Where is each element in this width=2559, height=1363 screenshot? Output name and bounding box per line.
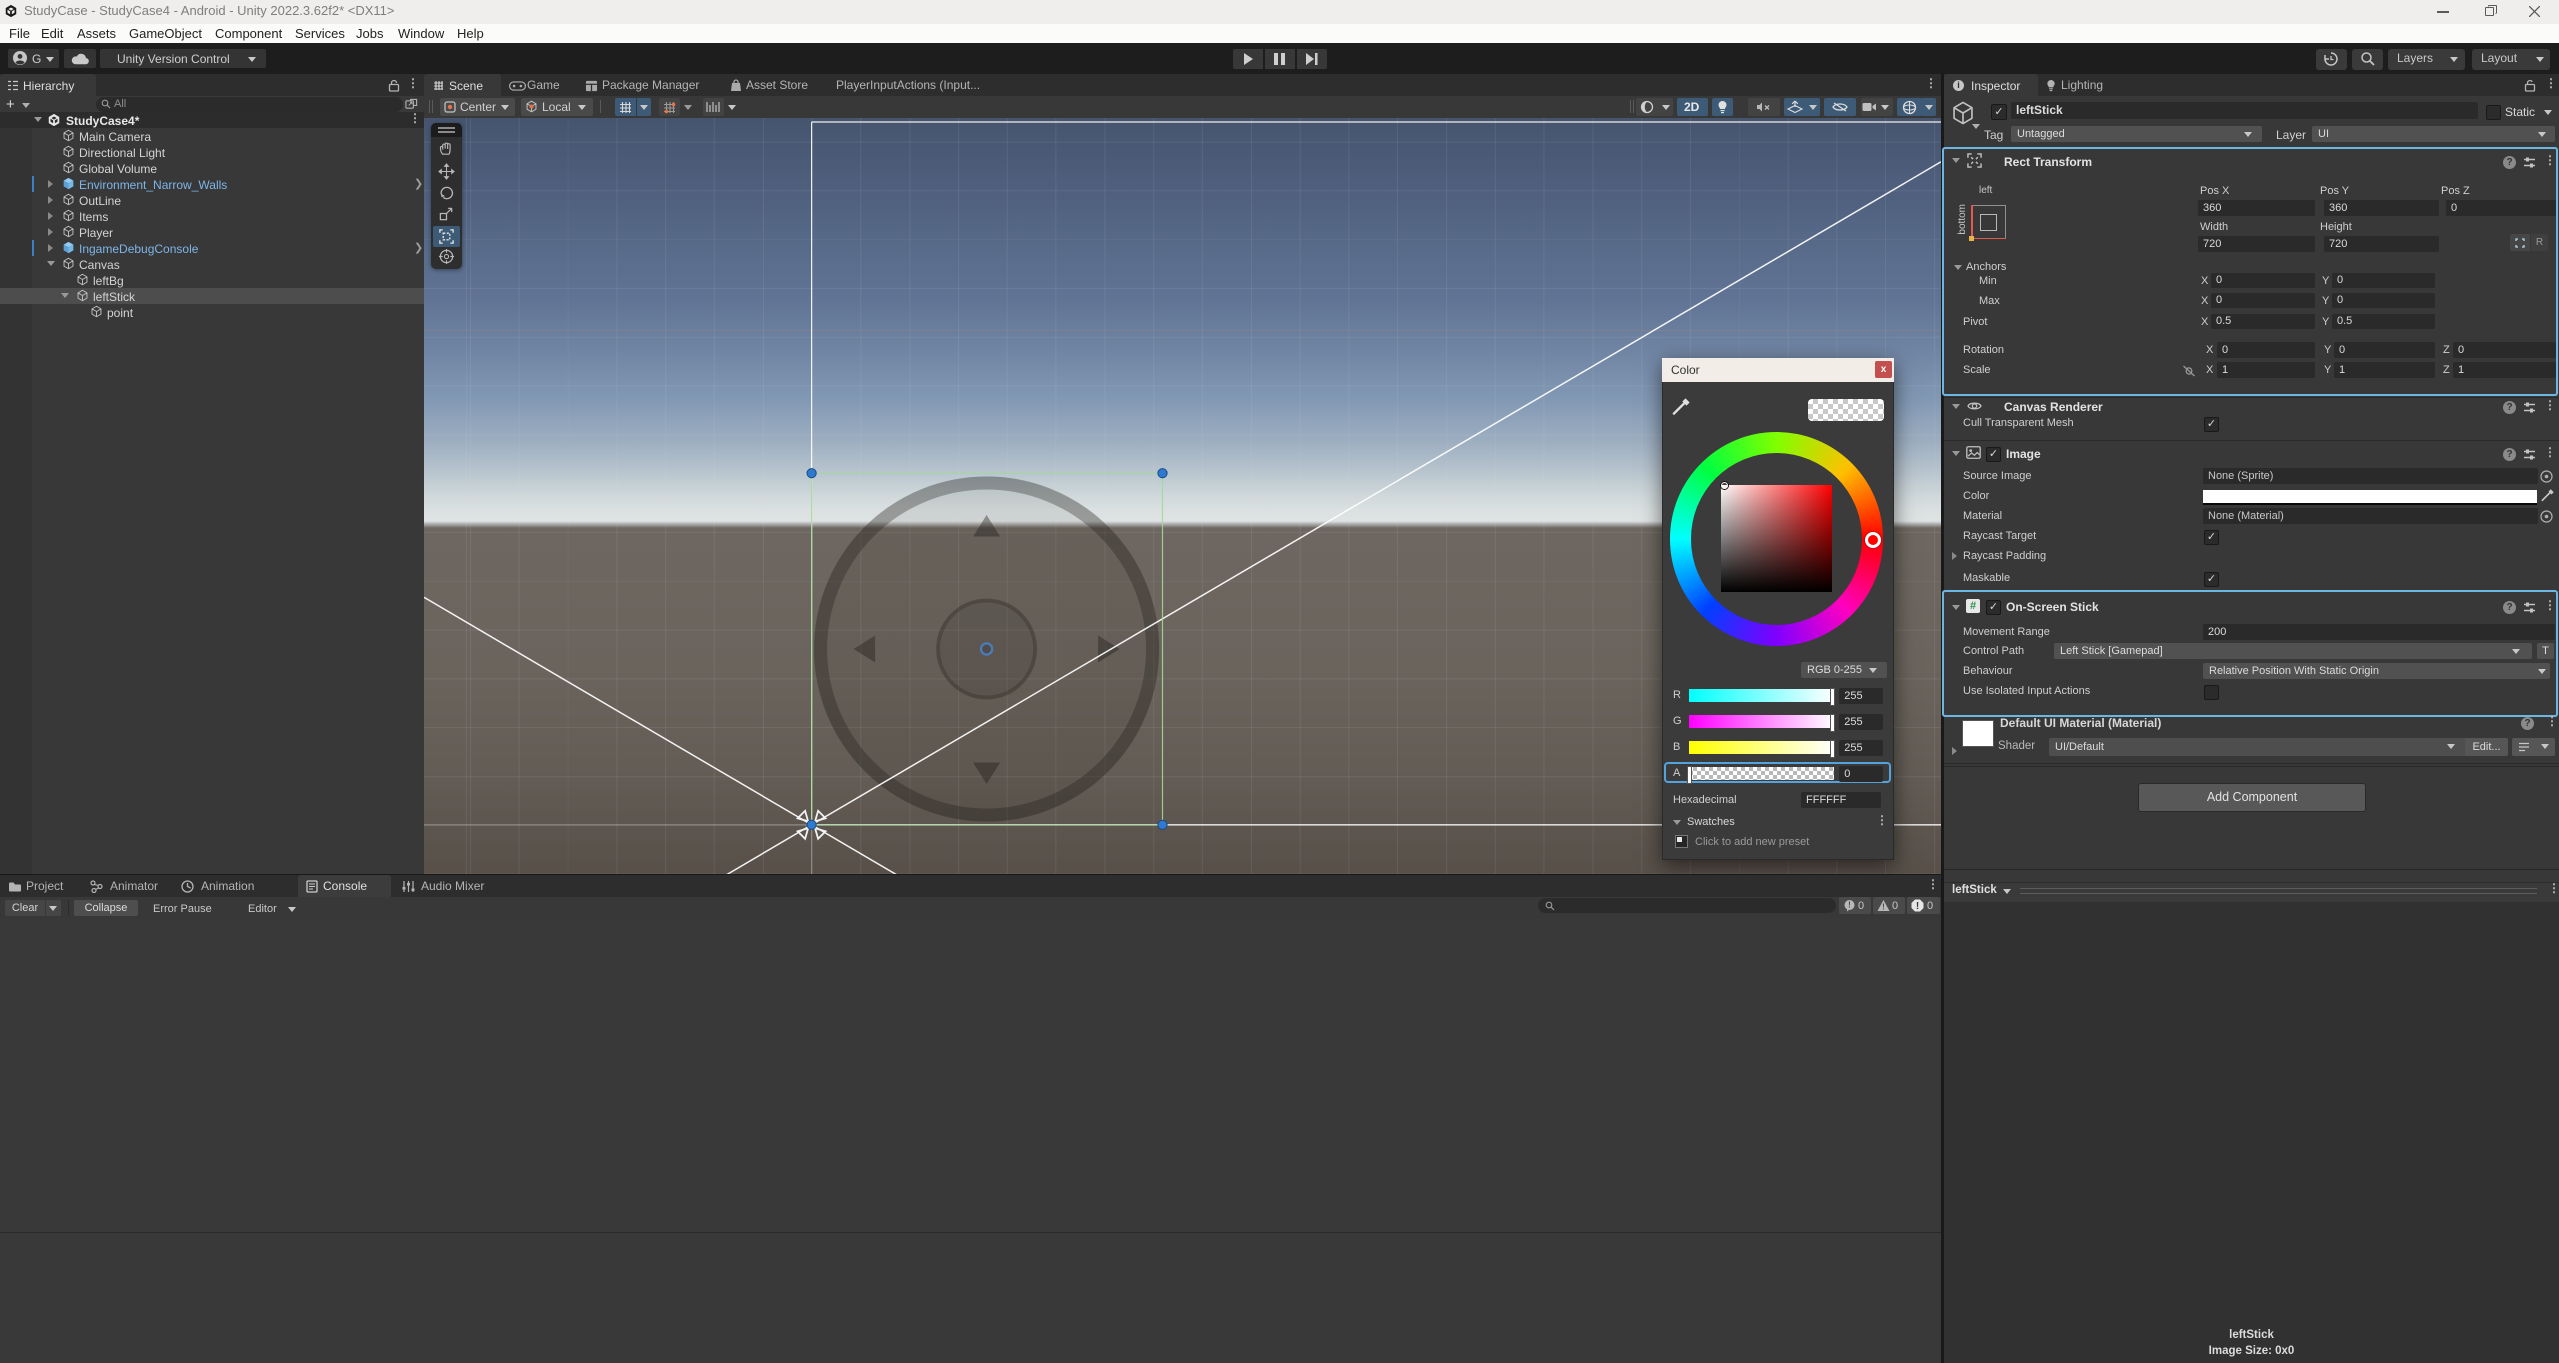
svg-text:!: !: [1882, 903, 1885, 912]
svg-text:!: !: [1848, 901, 1851, 910]
svg-text:!: !: [1916, 901, 1919, 912]
